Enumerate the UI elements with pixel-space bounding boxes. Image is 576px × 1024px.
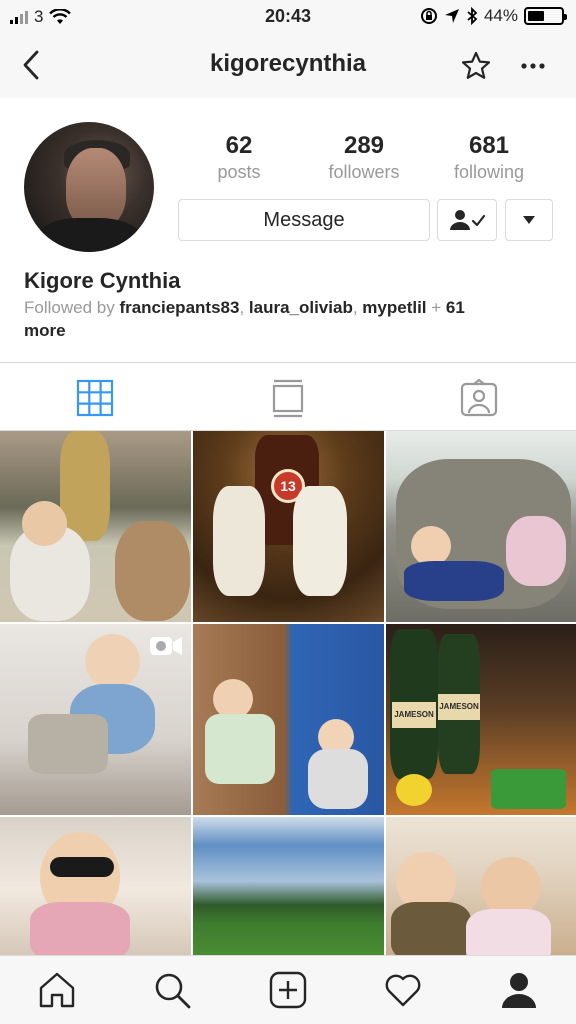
list-icon[interactable]	[268, 378, 308, 418]
tagged-person-icon[interactable]	[460, 378, 500, 418]
post-thumbnail[interactable]	[193, 817, 384, 955]
profile-icon[interactable]	[499, 970, 539, 1010]
separator: ,	[239, 298, 249, 317]
status-bar: 3 20:43 44%	[0, 0, 576, 34]
location-arrow-icon	[444, 9, 459, 23]
divider	[0, 362, 576, 363]
bluetooth-icon	[467, 7, 478, 25]
battery-icon	[524, 7, 567, 25]
grid-icon[interactable]	[76, 378, 116, 418]
search-icon[interactable]	[152, 970, 192, 1010]
follower-link[interactable]: laura_oliviab	[249, 298, 353, 317]
post-thumbnail[interactable]	[386, 817, 576, 955]
posts-label: posts	[217, 162, 261, 182]
following-button[interactable]	[437, 199, 497, 241]
following-count: 681	[468, 132, 510, 159]
bottle-label: JAMESON	[438, 694, 480, 720]
post-thumbnail[interactable]	[193, 624, 384, 815]
bottom-nav	[0, 955, 576, 1024]
star-icon[interactable]	[460, 50, 492, 82]
person-check-icon	[450, 210, 486, 230]
post-thumbnail[interactable]	[0, 431, 191, 622]
stat-followers[interactable]: 289 followers	[299, 132, 429, 183]
message-button[interactable]: Message	[178, 199, 430, 241]
video-icon	[150, 637, 182, 655]
stat-following[interactable]: 681 following	[424, 132, 554, 183]
posts-grid: 13 JAMESON JAMESON	[0, 431, 576, 955]
stat-posts[interactable]: 62 posts	[174, 132, 304, 183]
orientation-lock-icon	[420, 8, 437, 24]
more-word[interactable]: more	[24, 321, 66, 340]
separator: ,	[352, 298, 363, 317]
post-thumbnail[interactable]: JAMESON JAMESON	[386, 624, 576, 815]
caret-down-icon	[523, 216, 535, 224]
followed-by-prefix: Followed by	[24, 298, 120, 317]
post-thumbnail[interactable]	[386, 431, 576, 622]
home-icon[interactable]	[37, 970, 77, 1010]
profile-header: kigorecynthia	[0, 34, 576, 98]
new-post-icon[interactable]	[268, 970, 308, 1010]
battery-percent: 44%	[483, 6, 518, 25]
more-horizontal-icon[interactable]	[518, 54, 548, 78]
bottle-label: JAMESON	[392, 702, 436, 728]
status-right: 44%	[420, 6, 567, 26]
heart-icon[interactable]	[383, 970, 423, 1010]
suggested-dropdown-button[interactable]	[505, 199, 553, 241]
posts-count: 62	[225, 132, 253, 159]
avatar[interactable]	[24, 122, 154, 252]
followers-count: 289	[343, 132, 385, 159]
display-name: Kigore Cynthia	[24, 268, 181, 293]
follower-link[interactable]: franciepants83	[119, 298, 239, 317]
following-label: following	[453, 162, 525, 182]
more-count[interactable]: 61	[446, 298, 465, 317]
post-thumbnail[interactable]: 13	[193, 431, 384, 622]
post-thumbnail[interactable]	[0, 817, 191, 955]
post-thumbnail[interactable]	[0, 624, 191, 815]
followed-by-text[interactable]: Followed by franciepants83, laura_olivia…	[24, 296, 554, 342]
plus-sign: +	[426, 298, 446, 317]
follower-link[interactable]: mypetlil	[362, 298, 426, 317]
followers-label: followers	[328, 162, 400, 182]
